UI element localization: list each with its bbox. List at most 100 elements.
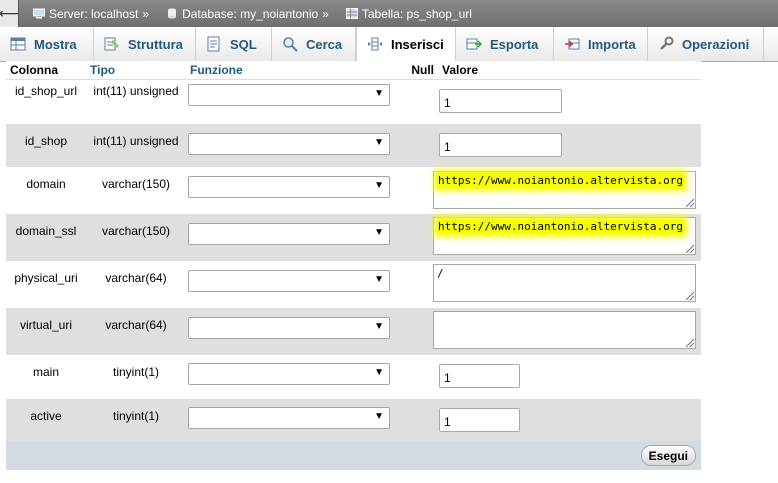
table-row: virtual_uri varchar(64) ▼ bbox=[6, 308, 701, 355]
value-text: https://www.noiantonio.altervista.org bbox=[437, 219, 685, 234]
tab-struttura-label: Struttura bbox=[128, 36, 183, 52]
function-select[interactable]: ▼ bbox=[188, 407, 390, 429]
resize-grip-icon[interactable] bbox=[686, 245, 694, 253]
column-type: varchar(150) bbox=[101, 177, 171, 191]
header-null: Null bbox=[411, 63, 434, 77]
value-textarea[interactable]: / bbox=[433, 264, 696, 302]
value-input[interactable]: 1 bbox=[439, 364, 520, 388]
server-icon bbox=[33, 8, 45, 19]
function-select[interactable]: ▼ bbox=[188, 270, 390, 292]
back-arrow-icon[interactable]: ⟵ bbox=[0, 0, 19, 27]
resize-grip-icon[interactable] bbox=[686, 292, 694, 300]
search-icon bbox=[283, 37, 298, 52]
header-funzione[interactable]: Funzione bbox=[190, 61, 400, 79]
chevron-down-icon: ▼ bbox=[374, 227, 384, 238]
tab-esporta[interactable]: Esporta bbox=[456, 27, 554, 61]
export-icon bbox=[466, 38, 482, 50]
header-tipo[interactable]: Tipo bbox=[90, 61, 190, 79]
chevron-down-icon: ▼ bbox=[374, 137, 384, 148]
chevron-down-icon: ▼ bbox=[374, 88, 384, 99]
insert-form-table: Colonna Tipo Funzione Null Valore id_sho… bbox=[6, 61, 701, 442]
tab-cerca[interactable]: Cerca bbox=[272, 27, 356, 61]
breadcrumb-table[interactable]: Tabella: ps_shop_url bbox=[345, 6, 472, 21]
table-header: Colonna Tipo Funzione Null Valore bbox=[6, 61, 701, 80]
form-footer: Esegui bbox=[6, 441, 701, 470]
column-name: virtual_uri bbox=[19, 318, 73, 332]
function-select[interactable]: ▼ bbox=[188, 223, 390, 245]
tab-struttura[interactable]: Struttura bbox=[94, 27, 196, 61]
column-type: varchar(150) bbox=[101, 224, 171, 238]
chevron-down-icon: ▼ bbox=[374, 411, 384, 422]
tab-inserisci-label: Inserisci bbox=[391, 36, 444, 52]
tab-esporta-label: Esporta bbox=[490, 36, 539, 52]
insert-icon bbox=[368, 37, 382, 51]
chevron-down-icon: ▼ bbox=[374, 274, 384, 285]
database-icon bbox=[168, 8, 177, 19]
tab-importa-label: Importa bbox=[588, 36, 636, 52]
value-textarea[interactable]: https://www.noiantonio.altervista.org bbox=[433, 217, 696, 255]
column-name: active bbox=[30, 409, 62, 423]
table-row: id_shop int(11) unsigned ▼ 1 bbox=[6, 124, 701, 167]
sql-icon bbox=[207, 36, 220, 52]
table-row: domain varchar(150) ▼ https://www.noiant… bbox=[6, 167, 701, 214]
chevron-down-icon: ▼ bbox=[374, 367, 384, 378]
function-select[interactable]: ▼ bbox=[188, 317, 390, 339]
breadcrumb-database-label: Database: my_noiantonio bbox=[182, 6, 319, 21]
table-row: main tinyint(1) ▼ 1 bbox=[6, 355, 701, 399]
column-type: int(11) unsigned bbox=[93, 134, 179, 148]
breadcrumb: ⟵ Server: localhost » Database: my_noian… bbox=[0, 0, 778, 27]
table-icon bbox=[345, 8, 358, 19]
table-row: active tinyint(1) ▼ 1 bbox=[6, 399, 701, 442]
tab-operazioni[interactable]: Operazioni bbox=[648, 27, 764, 61]
value-text: https://www.noiantonio.altervista.org bbox=[437, 173, 685, 188]
tab-mostra[interactable]: Mostra bbox=[0, 27, 94, 61]
chevron-down-icon: ▼ bbox=[374, 180, 384, 191]
table-row: id_shop_url int(11) unsigned ▼ 1 bbox=[6, 80, 701, 124]
breadcrumb-database[interactable]: Database: my_noiantonio bbox=[166, 7, 318, 21]
browse-icon bbox=[10, 37, 26, 51]
value-textarea[interactable]: https://www.noiantonio.altervista.org bbox=[433, 171, 696, 209]
resize-grip-icon[interactable] bbox=[686, 199, 694, 207]
column-type: varchar(64) bbox=[105, 271, 167, 285]
header-valore: Valore bbox=[442, 63, 479, 77]
wrench-icon bbox=[660, 36, 674, 50]
column-type: tinyint(1) bbox=[112, 409, 159, 423]
esegui-button[interactable]: Esegui bbox=[640, 445, 696, 466]
tab-inserisci[interactable]: Inserisci bbox=[356, 27, 456, 61]
tab-importa[interactable]: Importa bbox=[554, 27, 648, 61]
value-input[interactable]: 1 bbox=[439, 89, 562, 113]
value-textarea[interactable] bbox=[433, 311, 696, 349]
import-icon bbox=[565, 38, 580, 50]
column-name: id_shop bbox=[24, 134, 68, 148]
column-name: main bbox=[32, 365, 59, 379]
column-type: tinyint(1) bbox=[112, 365, 159, 379]
breadcrumb-table-label: Tabella: ps_shop_url bbox=[361, 6, 472, 21]
tab-sql-label: SQL bbox=[230, 36, 257, 52]
value-text: / bbox=[437, 267, 444, 280]
value-input[interactable]: 1 bbox=[439, 133, 562, 157]
column-name: id_shop_url bbox=[14, 84, 78, 98]
column-name: domain_ssl bbox=[15, 224, 77, 238]
function-select[interactable]: ▼ bbox=[188, 133, 390, 155]
table-row: physical_uri varchar(64) ▼ / bbox=[6, 261, 701, 308]
column-type: int(11) unsigned bbox=[93, 84, 179, 98]
header-colonna: Colonna bbox=[10, 63, 58, 77]
chevron-down-icon: ▼ bbox=[374, 321, 384, 332]
column-type: varchar(64) bbox=[105, 318, 167, 332]
tab-bar: Mostra Struttura SQL Cerca Inserisci Esp… bbox=[0, 27, 778, 62]
value-input[interactable]: 1 bbox=[439, 408, 520, 432]
tab-mostra-label: Mostra bbox=[34, 36, 77, 52]
column-name: physical_uri bbox=[14, 271, 78, 285]
function-select[interactable]: ▼ bbox=[188, 176, 390, 198]
breadcrumb-server[interactable]: Server: localhost bbox=[33, 7, 138, 21]
function-select[interactable]: ▼ bbox=[188, 363, 390, 385]
tab-cerca-label: Cerca bbox=[306, 36, 343, 52]
tab-sql[interactable]: SQL bbox=[196, 27, 272, 61]
column-name: domain bbox=[26, 177, 66, 191]
resize-grip-icon[interactable] bbox=[686, 339, 694, 347]
table-row: domain_ssl varchar(150) ▼ https://www.no… bbox=[6, 214, 701, 261]
tab-operazioni-label: Operazioni bbox=[682, 36, 750, 52]
function-select[interactable]: ▼ bbox=[188, 84, 390, 106]
structure-icon bbox=[104, 37, 119, 51]
breadcrumb-server-label: Server: localhost bbox=[49, 6, 139, 21]
